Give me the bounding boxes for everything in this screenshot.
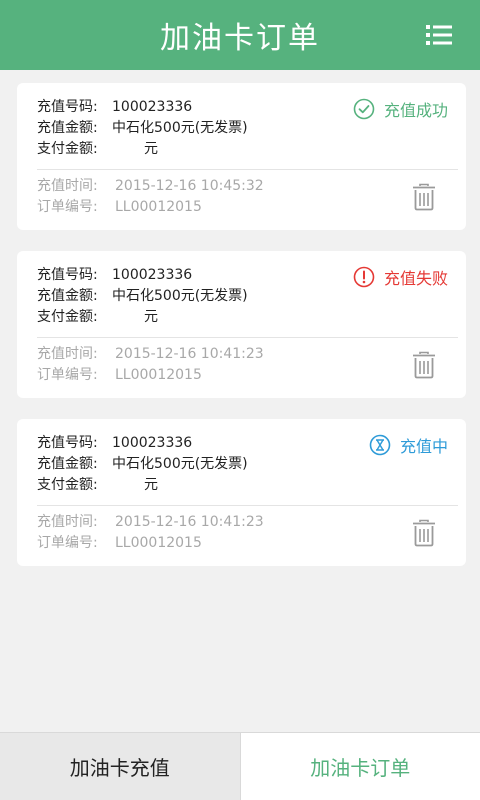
amount-value: 中石化500元(无发票) — [112, 456, 248, 472]
paid-label: 支付金额: — [37, 309, 98, 325]
paid-value: 元 — [144, 309, 158, 325]
status-text: 充值成功 — [383, 101, 448, 120]
order-card: 充值号码: 100023336 充值金额: 中石化500元(无发票) 支付金额: 元 … — [17, 251, 466, 398]
paid-value: 元 — [144, 141, 158, 157]
amount-value: 中石化500元(无发票) — [112, 288, 248, 304]
status-badge: 充值中 — [369, 433, 448, 457]
paid-value: 元 — [144, 477, 158, 493]
paid-label: 支付金额: — [37, 141, 98, 157]
time-label: 充值时间: — [37, 346, 98, 362]
card-no-value: 100023336 — [112, 435, 193, 451]
order-card: 充值号码: 100023336 充值金额: 中石化500元(无发票) 支付金额: 元 … — [17, 419, 466, 566]
card-no-value: 100023336 — [112, 99, 193, 115]
trash-icon[interactable] — [412, 183, 436, 211]
bottom-tab-bar: 加油卡充值 加油卡订单 — [0, 732, 480, 800]
time-value: 2015-12-16 10:41:23 — [115, 346, 264, 362]
card-no-label: 充值号码: — [37, 99, 98, 115]
time-value: 2015-12-16 10:45:32 — [115, 178, 264, 194]
time-value: 2015-12-16 10:41:23 — [115, 514, 264, 530]
card-no-value: 100023336 — [112, 267, 193, 283]
app-header: 加油卡订单 — [0, 0, 480, 70]
hourglass-icon — [369, 434, 391, 456]
order-no-value: LL00012015 — [115, 367, 202, 383]
status-text: 充值失败 — [383, 269, 448, 288]
status-badge: 充值成功 — [353, 97, 448, 121]
order-no-label: 订单编号: — [37, 199, 98, 215]
trash-icon[interactable] — [412, 351, 436, 379]
order-no-value: LL00012015 — [115, 535, 202, 551]
time-label: 充值时间: — [37, 178, 98, 194]
page-title: 加油卡订单 — [160, 21, 320, 56]
order-no-value: LL00012015 — [115, 199, 202, 215]
amount-label: 充值金额: — [37, 288, 98, 304]
order-no-label: 订单编号: — [37, 367, 98, 383]
card-no-label: 充值号码: — [37, 435, 98, 451]
paid-label: 支付金额: — [37, 477, 98, 493]
order-no-label: 订单编号: — [37, 535, 98, 551]
list-menu-icon[interactable] — [426, 24, 456, 46]
card-no-label: 充值号码: — [37, 267, 98, 283]
check-circle-icon — [353, 98, 375, 120]
status-badge: 充值失败 — [353, 265, 448, 289]
amount-label: 充值金额: — [37, 456, 98, 472]
time-label: 充值时间: — [37, 514, 98, 530]
tab-recharge[interactable]: 加油卡充值 — [0, 733, 241, 800]
order-card: 充值号码: 100023336 充值金额: 中石化500元(无发票) 支付金额: 元 … — [17, 83, 466, 230]
tab-orders[interactable]: 加油卡订单 — [240, 733, 480, 800]
exclamation-circle-icon — [353, 266, 375, 288]
status-text: 充值中 — [399, 437, 448, 456]
amount-label: 充值金额: — [37, 120, 98, 136]
trash-icon[interactable] — [412, 519, 436, 547]
amount-value: 中石化500元(无发票) — [112, 120, 248, 136]
